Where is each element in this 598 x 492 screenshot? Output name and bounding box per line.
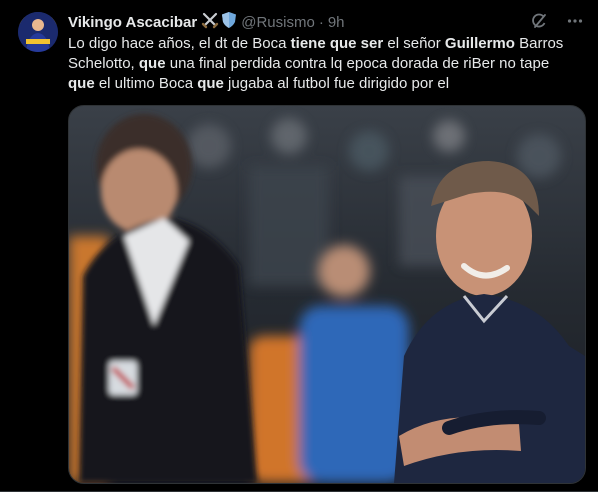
text-segment: Lo digo hace años, el dt de Boca <box>68 35 291 52</box>
author-avatar[interactable] <box>18 12 58 52</box>
text-segment: jugaba al futbol fue dirigido por el <box>223 75 450 92</box>
tweet-time[interactable]: 9h <box>328 14 345 31</box>
author-handle[interactable]: @Rusismo <box>241 14 315 31</box>
author-name[interactable]: Vikingo Ascacibar <box>68 14 197 31</box>
tweet-header: Vikingo Ascacibar @Rusismo · 9h <box>68 12 345 32</box>
tweet-line-1: Lo digo hace años, el dt de Boca tiene q… <box>68 34 584 54</box>
separator-dot: · <box>318 13 324 31</box>
text-segment: Schelotto, <box>68 55 139 72</box>
bold-segment: que <box>68 75 95 92</box>
tweet-text: Lo digo hace años, el dt de Boca tiene q… <box>68 34 584 94</box>
crossed-swords-icon <box>201 11 219 33</box>
bold-segment: que <box>197 75 224 92</box>
text-segment: el ultimo Boca <box>94 75 198 92</box>
more-icon[interactable] <box>564 10 586 32</box>
tweet[interactable]: Vikingo Ascacibar @Rusismo · 9h Lo digo … <box>0 0 598 492</box>
tweet-line-3: que el ultimo Boca que jugaba al futbol … <box>68 74 584 94</box>
tweet-photo[interactable] <box>68 105 586 484</box>
tweet-actions <box>528 10 586 32</box>
bold-segment: Guillermo <box>444 35 515 52</box>
tweet-line-2: Schelotto, que una final perdida contra … <box>68 54 584 74</box>
text-segment: el señor <box>383 35 445 52</box>
author-badges <box>201 11 237 33</box>
grok-icon[interactable] <box>528 10 550 32</box>
bold-segment: tiene que ser <box>290 35 384 52</box>
shield-icon <box>221 11 237 33</box>
text-segment: Barros <box>514 35 564 52</box>
text-segment: una final perdida contra lq epoca dorada… <box>165 55 550 72</box>
bold-segment: que <box>138 55 166 72</box>
